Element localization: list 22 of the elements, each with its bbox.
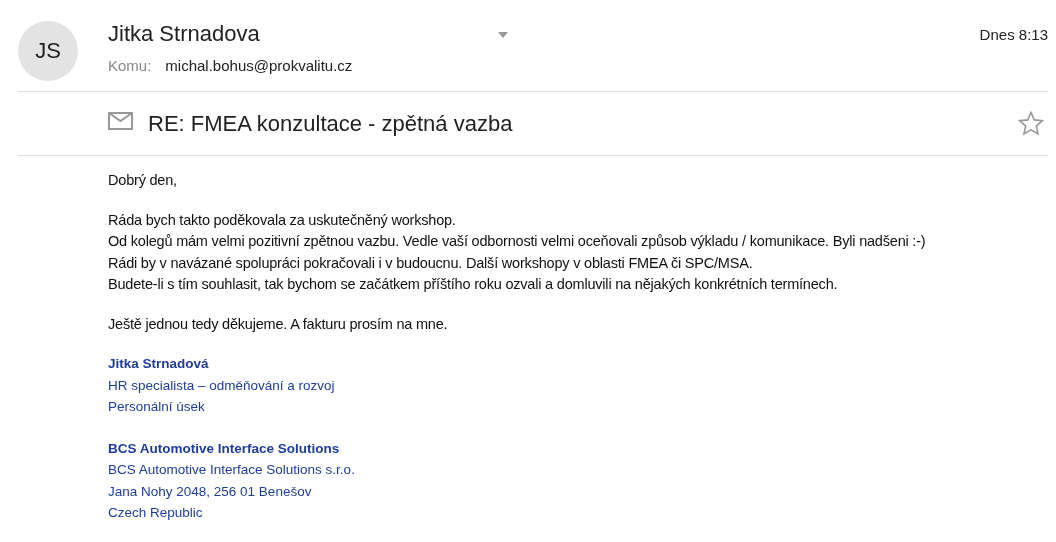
body-text: Rádi by v navázané spolupráci pokračovali i v budoucnu. Další workshopy v oblasti FMEA či SPC/MSA. bbox=[108, 253, 754, 273]
body-text: Dobrý den, bbox=[108, 171, 178, 190]
body-text: Od kolegů mám velmi pozitivní zpětnou vazbu. Vedle vaší odbornosti velmi oceňovali způsob výkladu / komunikace. Byli nadšeni :-) bbox=[108, 232, 927, 251]
recipient-address: michal.bohus@prokvalitu.cz bbox=[165, 57, 353, 74]
signature-line: Personální úsek bbox=[108, 398, 206, 416]
signature-line: BCS Automotive Interface Solutions bbox=[108, 439, 341, 458]
signature-line: Czech Republic bbox=[108, 504, 204, 522]
caret-icon[interactable] bbox=[498, 32, 508, 38]
avatar: JS bbox=[18, 21, 78, 81]
signature-line: BCS Automotive Interface Solutions s.r.o. bbox=[108, 461, 356, 479]
signature-line: HR specialista – odměňování a rozvoj bbox=[108, 376, 336, 395]
body-text: Ráda bych takto poděkovala za uskutečněný workshop. bbox=[108, 210, 457, 230]
star-icon[interactable] bbox=[1018, 111, 1044, 136]
signature-line: Jana Nohy 2048, 256 01 Benešov bbox=[108, 482, 313, 501]
to-label: Komu: bbox=[108, 57, 152, 74]
sender-name: Jitka Strnadova bbox=[108, 21, 260, 47]
envelope-icon bbox=[108, 111, 133, 130]
signature-line: Jitka Strnadová bbox=[108, 355, 210, 373]
timestamp: Dnes 8:13 bbox=[979, 26, 1048, 43]
body-text: Budete-li s tím souhlasit, tak bychom se začátkem příštího roku ozvali a domluvili na nějakých konkrétních termínech. bbox=[108, 275, 839, 294]
email-subject: RE: FMEA konzultace - zpětná vazba bbox=[148, 110, 513, 137]
body-text: Ještě jednou tedy děkujeme. A fakturu prosím na mne. bbox=[108, 314, 449, 334]
